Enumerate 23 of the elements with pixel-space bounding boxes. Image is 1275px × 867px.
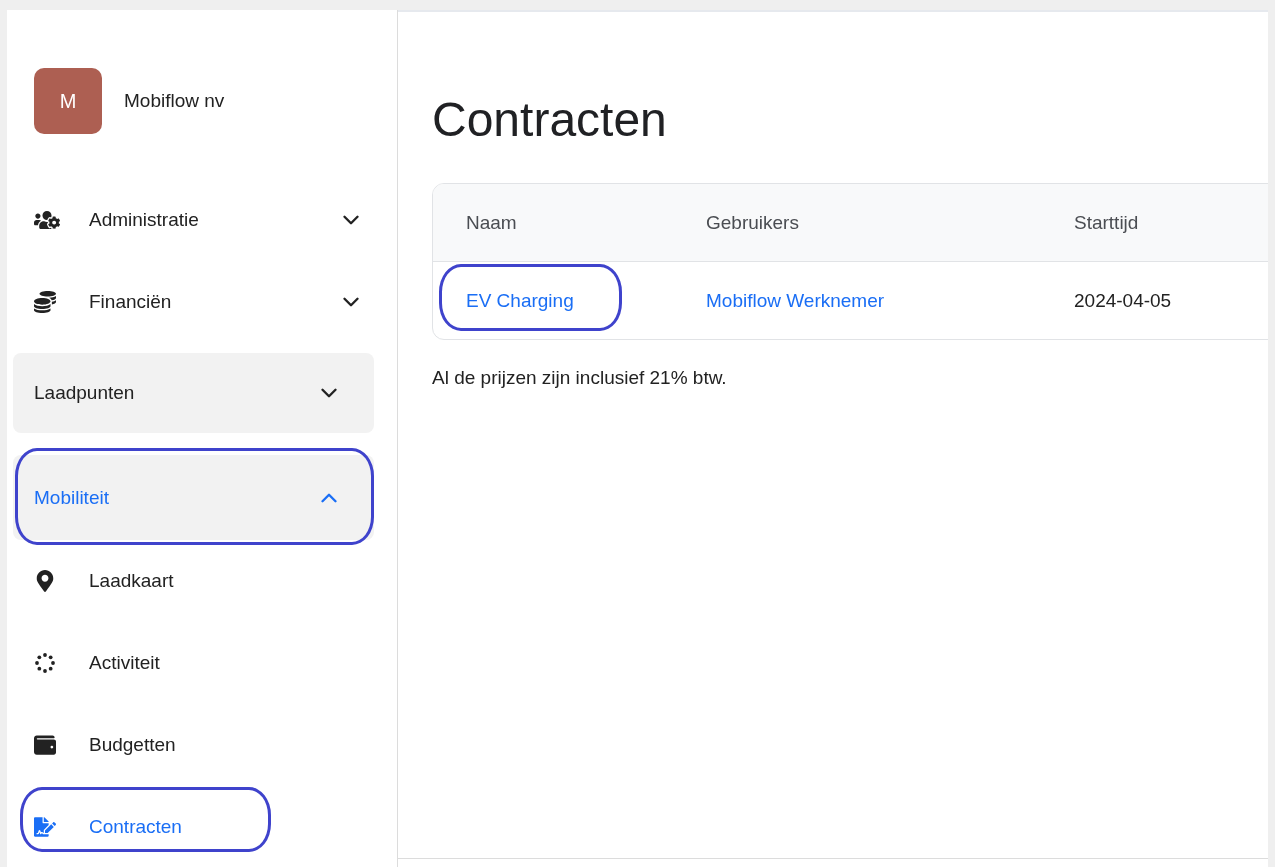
nav-item[interactable]: Budgetten [13,704,374,786]
table-link[interactable]: EV Charging [466,289,574,312]
nav-item[interactable]: Financiën [13,261,374,343]
nav-item[interactable]: Administratie [13,179,374,261]
nav-item[interactable]: Laadkaart [13,540,374,622]
loading-dots-icon [34,652,56,674]
nav-item[interactable]: Contracten [13,786,374,867]
page-title: Contracten [432,92,668,148]
price-note: Al de prijzen zijn inclusief 21% btw. [432,367,728,389]
nav-group[interactable]: Mobiliteit [13,455,374,540]
coins-icon [34,291,56,313]
organization-avatar: M [34,68,102,134]
table-link[interactable]: Mobiflow Werknemer [706,289,885,312]
column-header: Naam [465,210,518,235]
map-pin-icon [34,570,56,592]
column-header: Starttijd [1073,210,1140,235]
nav-item[interactable]: Activiteit [13,622,374,704]
organization-name: Mobiflow nv [124,90,225,112]
document-icon [34,816,56,838]
nav-group[interactable]: Laadpunten [13,353,374,433]
column-header: Gebruikers [705,210,800,235]
wallet-icon [34,734,56,756]
table-cell: 2024-04-05 [1074,289,1172,312]
